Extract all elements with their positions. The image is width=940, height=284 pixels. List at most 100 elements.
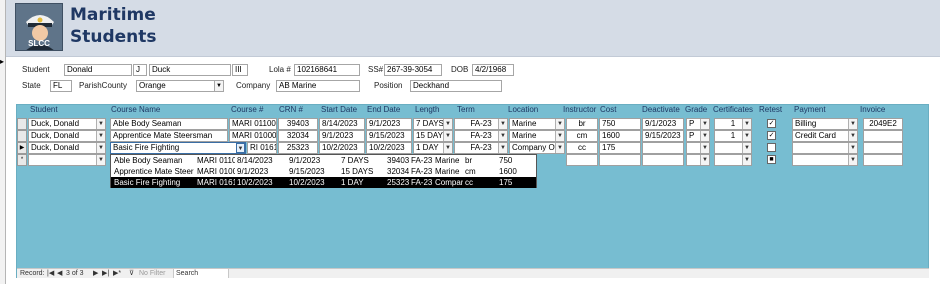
chevron-down-icon[interactable]: ▼: [848, 155, 857, 165]
ss-field[interactable]: 267-39-3054: [384, 64, 442, 76]
chevron-down-icon[interactable]: ▼: [742, 143, 751, 153]
chevron-down-icon[interactable]: ▼: [236, 143, 245, 153]
chevron-down-icon[interactable]: ▼: [555, 131, 564, 141]
lola-field[interactable]: 102168641: [294, 64, 360, 76]
chevron-down-icon[interactable]: ▼: [498, 143, 507, 153]
start-date-cell[interactable]: 8/14/2023: [319, 118, 365, 130]
chevron-down-icon[interactable]: ▼: [848, 143, 857, 153]
chevron-down-icon[interactable]: ▼: [700, 155, 709, 165]
length-cell[interactable]: 15 DAYS ▼: [413, 130, 453, 142]
new-student-cell[interactable]: ▼: [28, 154, 106, 166]
payment-cell[interactable]: ▼: [792, 142, 858, 154]
chevron-down-icon[interactable]: ▼: [742, 119, 751, 129]
certificates-cell[interactable]: 1 ▼: [714, 130, 752, 142]
grade-cell[interactable]: P ▼: [686, 118, 710, 130]
crn-cell[interactable]: 25323: [278, 142, 318, 154]
chevron-down-icon[interactable]: ▼: [742, 131, 751, 141]
dob-field[interactable]: 4/2/1968: [472, 64, 514, 76]
student-cell[interactable]: Duck, Donald ▼: [28, 130, 106, 142]
first-record-button[interactable]: |◀: [47, 269, 54, 278]
last-name-field[interactable]: Duck: [149, 64, 231, 76]
course-num-cell[interactable]: MARI 01000: [229, 130, 277, 142]
chevron-down-icon[interactable]: ▼: [848, 119, 857, 129]
invoice-cell[interactable]: [863, 130, 903, 142]
start-date-cell[interactable]: 10/2/2023: [319, 142, 365, 154]
chevron-down-icon[interactable]: ▼: [96, 131, 105, 141]
row-selector[interactable]: [17, 130, 27, 142]
no-filter-button[interactable]: No Filter: [139, 269, 165, 278]
certificates-cell[interactable]: 1 ▼: [714, 118, 752, 130]
retest-checkbox[interactable]: ✓: [767, 131, 776, 140]
chevron-down-icon[interactable]: ▼: [96, 119, 105, 129]
course-num-cell[interactable]: MARI 01100: [229, 118, 277, 130]
instructor-cell[interactable]: cc: [566, 142, 598, 154]
current-row-selector[interactable]: ▶: [17, 142, 27, 154]
search-input[interactable]: Search: [173, 269, 229, 278]
cost-cell[interactable]: 175: [599, 142, 641, 154]
retest-checkbox[interactable]: ✓: [767, 119, 776, 128]
chevron-down-icon[interactable]: ▼: [443, 143, 452, 153]
chevron-down-icon[interactable]: ▼: [700, 143, 709, 153]
dropdown-option[interactable]: Apprentice Mate Steer MARI 0100 9/1/2023…: [111, 166, 536, 177]
term-cell[interactable]: FA-23 ▼: [454, 142, 508, 154]
end-date-cell[interactable]: 9/1/2023: [366, 118, 412, 130]
previous-record-button[interactable]: ◀: [57, 269, 62, 278]
chevron-down-icon[interactable]: ▼: [742, 155, 751, 165]
last-record-button[interactable]: ▶|: [102, 269, 109, 278]
chevron-down-icon[interactable]: ▼: [96, 143, 105, 153]
instructor-cell[interactable]: br: [566, 118, 598, 130]
chevron-down-icon[interactable]: ▼: [443, 131, 452, 141]
new-instructor-cell[interactable]: [566, 154, 598, 166]
new-record-button[interactable]: ▶*: [113, 269, 121, 278]
location-cell[interactable]: Company Of ▼: [509, 142, 565, 154]
payment-cell[interactable]: Credit Card ▼: [792, 130, 858, 142]
student-cell[interactable]: Duck, Donald ▼: [28, 118, 106, 130]
new-invoice-cell[interactable]: [863, 154, 903, 166]
course-dropdown-list[interactable]: Able Body Seaman MARI 0110 8/14/2023 9/1…: [110, 154, 537, 188]
deactivate-cell[interactable]: 9/15/2023: [642, 130, 684, 142]
crn-cell[interactable]: 32034: [278, 130, 318, 142]
deactivate-cell[interactable]: [642, 142, 684, 154]
new-cost-cell[interactable]: [599, 154, 641, 166]
position-field[interactable]: Deckhand: [410, 80, 502, 92]
length-cell[interactable]: 7 DAYS ▼: [413, 118, 453, 130]
location-cell[interactable]: Marine ▼: [509, 130, 565, 142]
chevron-down-icon[interactable]: ▼: [555, 143, 564, 153]
start-date-cell[interactable]: 9/1/2023: [319, 130, 365, 142]
row-selector[interactable]: [17, 118, 27, 130]
chevron-down-icon[interactable]: ▼: [96, 155, 105, 165]
end-date-cell[interactable]: 10/2/2023: [366, 142, 412, 154]
chevron-down-icon[interactable]: ▼: [214, 81, 223, 91]
course-name-cell[interactable]: Apprentice Mate Steersman: [110, 130, 228, 142]
chevron-down-icon[interactable]: ▼: [555, 119, 564, 129]
location-cell[interactable]: Marine ▼: [509, 118, 565, 130]
dropdown-option-selected[interactable]: Basic Fire Fighting MARI 0161 10/2/2023 …: [111, 177, 536, 188]
course-name-combo[interactable]: Basic Fire Fighting ▼: [110, 142, 246, 154]
retest-checkbox[interactable]: [767, 143, 776, 152]
chevron-down-icon[interactable]: ▼: [443, 119, 452, 129]
instructor-cell[interactable]: cm: [566, 130, 598, 142]
new-grade-cell[interactable]: ▼: [686, 154, 710, 166]
state-field[interactable]: FL: [50, 80, 72, 92]
new-retest-checkbox[interactable]: ■: [767, 155, 776, 164]
certificates-cell[interactable]: ▼: [714, 142, 752, 154]
length-cell[interactable]: 1 DAY ▼: [413, 142, 453, 154]
term-cell[interactable]: FA-23 ▼: [454, 130, 508, 142]
payment-cell[interactable]: Billing ▼: [792, 118, 858, 130]
dropdown-option[interactable]: Able Body Seaman MARI 0110 8/14/2023 9/1…: [111, 155, 536, 166]
new-row-selector[interactable]: *: [17, 154, 27, 166]
company-field[interactable]: AB Marine: [276, 80, 360, 92]
new-payment-cell[interactable]: ▼: [792, 154, 858, 166]
invoice-cell[interactable]: [863, 142, 903, 154]
deactivate-cell[interactable]: 9/1/2023: [642, 118, 684, 130]
term-cell[interactable]: FA-23 ▼: [454, 118, 508, 130]
chevron-down-icon[interactable]: ▼: [700, 131, 709, 141]
student-cell[interactable]: Duck, Donald ▼: [28, 142, 106, 154]
grade-cell[interactable]: P ▼: [686, 130, 710, 142]
chevron-down-icon[interactable]: ▼: [498, 131, 507, 141]
chevron-down-icon[interactable]: ▼: [848, 131, 857, 141]
chevron-down-icon[interactable]: ▼: [498, 119, 507, 129]
cost-cell[interactable]: 1600: [599, 130, 641, 142]
new-deactivate-cell[interactable]: [642, 154, 684, 166]
crn-cell[interactable]: 39403: [278, 118, 318, 130]
